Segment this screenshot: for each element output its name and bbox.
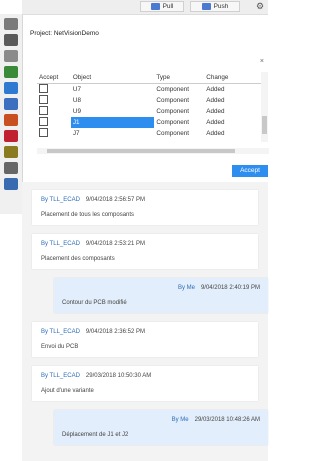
layers-icon[interactable] bbox=[4, 50, 18, 62]
change-cell: Added bbox=[206, 97, 225, 104]
change-cell: Added bbox=[206, 130, 225, 137]
table-row[interactable]: U9 Component Added bbox=[37, 106, 268, 117]
vertical-scrollbar[interactable] bbox=[261, 72, 268, 142]
changes-table: Accept Object Type Change U7 Component A… bbox=[37, 72, 268, 139]
message-author: By TLL_ECAD bbox=[41, 197, 80, 203]
message-header: By Me 29/03/2018 10:48:26 AM bbox=[172, 417, 260, 423]
message-header: By TLL_ECAD 9/04/2018 2:36:52 PM bbox=[41, 329, 145, 335]
message-text: Ajout d'une variante bbox=[41, 388, 94, 394]
accept-checkbox[interactable] bbox=[37, 128, 71, 139]
horizontal-scrollbar[interactable] bbox=[37, 148, 269, 154]
type-cell: Component bbox=[156, 86, 189, 93]
globe-icon[interactable] bbox=[4, 82, 18, 94]
history-message: By TLL_ECAD 9/04/2018 2:36:52 PM Envoi du… bbox=[32, 322, 258, 357]
type-cell: Component bbox=[156, 119, 189, 126]
pie-icon[interactable] bbox=[4, 114, 18, 126]
message-date: 29/03/2018 10:48:26 AM bbox=[194, 417, 260, 423]
message-text: Placement de tous les composants bbox=[41, 212, 135, 218]
type-cell: Component bbox=[156, 130, 189, 137]
history-message: By TLL_ECAD 9/04/2018 2:53:21 PM Placemen… bbox=[32, 234, 258, 269]
message-date: 9/04/2018 2:40:19 PM bbox=[200, 285, 260, 291]
pull-icon bbox=[150, 3, 160, 10]
accept-checkbox[interactable] bbox=[37, 106, 71, 117]
history-feed: By TLL_ECAD 9/04/2018 2:56:57 PM Placemen… bbox=[22, 182, 268, 461]
message-author: By TLL_ECAD bbox=[41, 373, 80, 379]
message-author: By Me bbox=[171, 417, 189, 423]
accept-checkbox[interactable] bbox=[37, 117, 71, 128]
settings-icon[interactable] bbox=[4, 162, 18, 174]
accept-checkbox[interactable] bbox=[37, 84, 71, 96]
table-row[interactable]: J1 Component Added bbox=[37, 117, 268, 128]
list-icon[interactable] bbox=[4, 98, 18, 110]
push-button[interactable]: Push bbox=[190, 1, 240, 12]
pull-button[interactable]: Pull bbox=[140, 1, 184, 12]
accept-checkbox[interactable] bbox=[37, 95, 71, 106]
object-cell: J7 bbox=[72, 130, 80, 137]
change-cell: Added bbox=[206, 86, 225, 93]
type-cell: Component bbox=[156, 108, 189, 115]
message-text: Contour du PCB modifié bbox=[62, 300, 127, 306]
image-icon[interactable] bbox=[4, 66, 18, 78]
column-header: Change bbox=[204, 72, 268, 84]
table-row[interactable]: U7 Component Added bbox=[37, 84, 268, 96]
message-date: 9/04/2018 2:36:52 PM bbox=[85, 329, 145, 335]
changes-panel: × Accept Object Type Change U7 Component… bbox=[30, 52, 269, 158]
grid-icon[interactable] bbox=[4, 130, 18, 142]
chart-icon[interactable] bbox=[4, 146, 18, 158]
history-message: By Me 9/04/2018 2:40:19 PM Contour du PCB… bbox=[54, 278, 268, 313]
accept-button[interactable]: Accept bbox=[232, 165, 268, 177]
history-message: By TLL_ECAD 29/03/2018 10:50:30 AM Ajout … bbox=[32, 366, 258, 401]
project-title: Project: NetVisionDemo bbox=[30, 30, 99, 37]
column-header: Object bbox=[70, 72, 155, 84]
message-author: By TLL_ECAD bbox=[41, 241, 80, 247]
message-header: By TLL_ECAD 9/04/2018 2:53:21 PM bbox=[41, 241, 145, 247]
message-date: 29/03/2018 10:50:30 AM bbox=[85, 373, 152, 379]
message-author: By Me bbox=[177, 285, 195, 291]
message-text: Placement des composants bbox=[41, 256, 115, 262]
push-icon bbox=[201, 3, 211, 10]
object-cell: U9 bbox=[72, 108, 81, 115]
message-header: By Me 9/04/2018 2:40:19 PM bbox=[178, 285, 260, 291]
message-date: 9/04/2018 2:53:21 PM bbox=[85, 241, 145, 247]
column-header: Type bbox=[154, 72, 205, 84]
object-cell: U7 bbox=[72, 86, 81, 93]
object-cell: U8 bbox=[72, 97, 81, 104]
table-row[interactable]: U8 Component Added bbox=[37, 95, 268, 106]
pull-label: Pull bbox=[162, 3, 174, 10]
building-icon[interactable] bbox=[4, 34, 18, 46]
close-icon[interactable]: × bbox=[260, 58, 264, 65]
column-header: Accept bbox=[37, 72, 71, 84]
message-author: By TLL_ECAD bbox=[41, 329, 80, 335]
history-message: By Me 29/03/2018 10:48:26 AM Déplacement … bbox=[54, 410, 268, 445]
type-cell: Component bbox=[156, 97, 189, 104]
top-toolbar: Pull Push ⚙ bbox=[22, 0, 268, 15]
left-toolbar bbox=[0, 14, 23, 214]
pcb-icon[interactable] bbox=[4, 178, 18, 190]
change-cell: Added bbox=[206, 108, 225, 115]
history-message: By TLL_ECAD 9/04/2018 2:56:57 PM Placemen… bbox=[32, 190, 258, 225]
message-date: 9/04/2018 2:56:57 PM bbox=[85, 197, 145, 203]
gear-icon[interactable]: ⚙ bbox=[254, 1, 266, 12]
table-row[interactable]: J7 Component Added bbox=[37, 128, 268, 139]
message-text: Envoi du PCB bbox=[41, 344, 79, 350]
message-header: By TLL_ECAD 9/04/2018 2:56:57 PM bbox=[41, 197, 145, 203]
home-icon[interactable] bbox=[4, 18, 18, 30]
change-cell: Added bbox=[206, 119, 225, 126]
message-header: By TLL_ECAD 29/03/2018 10:50:30 AM bbox=[41, 373, 151, 379]
object-cell: J1 bbox=[70, 117, 155, 128]
push-label: Push bbox=[213, 3, 229, 10]
message-text: Déplacement de J1 et J2 bbox=[62, 432, 129, 438]
